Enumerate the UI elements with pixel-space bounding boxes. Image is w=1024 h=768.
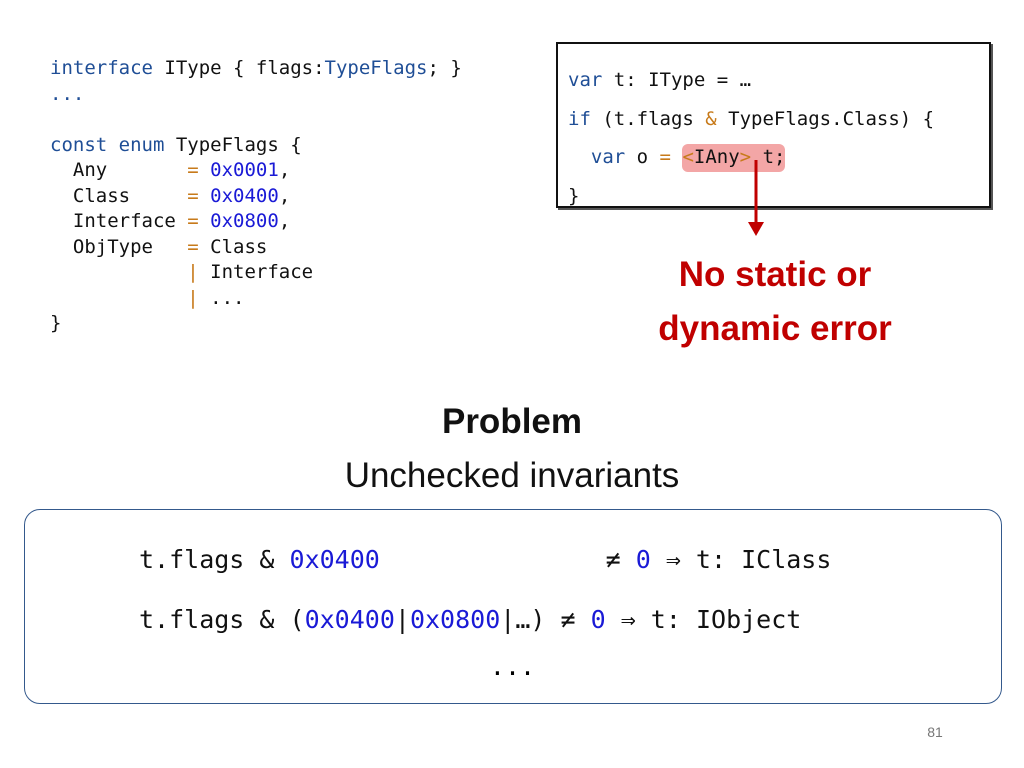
code-text: t: IType = …: [602, 69, 752, 91]
code-keyword: var: [590, 146, 626, 168]
invariant-zero: 0: [590, 605, 606, 634]
code-operator: =: [187, 184, 199, 207]
code-number: 0x0001: [198, 159, 279, 181]
code-text: ,: [278, 159, 291, 181]
code-text: Class: [198, 235, 268, 258]
invariants-code: t.flags & 0x0400 ≠ 0 ⇒ t: IClass t.flags…: [139, 530, 831, 650]
code-operator: |: [187, 261, 199, 283]
code-text: TypeFlags {: [164, 133, 302, 156]
code-operator: >: [739, 146, 752, 168]
code-brace: }: [50, 312, 62, 334]
invariant-neq: ≠: [560, 605, 591, 634]
enum-member-pad: Class: [50, 184, 188, 207]
enum-member-pad: [50, 287, 187, 309]
enum-member-pad: [50, 261, 187, 283]
enum-member-pad: Interface: [50, 210, 188, 232]
code-operator: =: [659, 146, 671, 168]
code-keyword: if: [568, 107, 591, 130]
no-error-annotation: No static or dynamic error: [610, 248, 940, 356]
annotation-line-2: dynamic error: [658, 309, 892, 348]
cast-example-code: var t: IType = … if (t.flags & TypeFlags…: [568, 61, 934, 215]
code-number: 0x0800: [198, 210, 279, 232]
code-text: IType { flags:: [152, 57, 325, 79]
code-operator: &: [705, 107, 717, 130]
invariant-text: t.flags &: [139, 545, 290, 574]
enum-member-pad: Any: [50, 159, 188, 181]
invariant-hex: 0x0800: [409, 605, 501, 634]
code-operator: =: [187, 235, 199, 258]
typeflags-code-block: interface IType { flags:TypeFlags; } ...…: [50, 56, 462, 337]
code-type: TypeFlags: [324, 57, 428, 79]
code-number: 0x0400: [198, 184, 279, 207]
invariant-bar: |…): [500, 605, 561, 634]
cast-example-box: var t: IType = … if (t.flags & TypeFlags…: [556, 42, 991, 208]
code-text: ,: [278, 184, 291, 207]
enum-member-pad: ObjType: [50, 235, 188, 258]
invariant-hex: 0x0400: [304, 605, 395, 634]
code-operator: =: [187, 159, 199, 181]
code-text: Interface: [198, 261, 314, 283]
code-text: ...: [198, 286, 245, 309]
invariant-hex: 0x0400: [289, 545, 380, 574]
problem-subtitle: Unchecked invariants: [344, 456, 680, 495]
invariant-bar: |: [394, 605, 410, 634]
code-text: (t.flags: [590, 107, 706, 130]
invariant-neq: ≠: [605, 545, 636, 574]
code-text: TypeFlags.Class) {: [716, 107, 935, 130]
invariants-box: t.flags & 0x0400 ≠ 0 ⇒ t: IClass t.flags…: [24, 509, 1002, 704]
page-number: 81: [927, 724, 943, 740]
invariant-zero: 0: [635, 545, 651, 574]
invariant-gap: [380, 545, 606, 574]
invariant-text: t.flags & (: [139, 605, 305, 634]
invariant-text: ⇒ t: IClass: [650, 545, 832, 574]
code-ellipsis: ...: [50, 82, 85, 105]
code-keyword: interface: [50, 57, 153, 79]
code-text: ; }: [427, 57, 462, 79]
invariant-text: ⇒ t: IObject: [605, 605, 802, 634]
cast-type: IAny: [693, 146, 740, 168]
annotation-line-1: No static or: [678, 255, 872, 294]
code-operator: <: [682, 146, 694, 168]
code-text: o: [625, 146, 660, 168]
code-text: ,: [278, 210, 291, 232]
code-operator: |: [187, 286, 199, 309]
code-brace: }: [568, 184, 580, 207]
invariants-ellipsis: ...: [489, 652, 536, 681]
problem-heading: Problem: [441, 402, 583, 441]
type-cast-highlight: <IAny> t;: [682, 144, 786, 172]
arrow-head: [748, 222, 764, 236]
code-text: t;: [751, 146, 786, 168]
code-keyword: const enum: [50, 133, 165, 156]
code-keyword: var: [568, 69, 603, 91]
code-operator: =: [187, 210, 199, 232]
